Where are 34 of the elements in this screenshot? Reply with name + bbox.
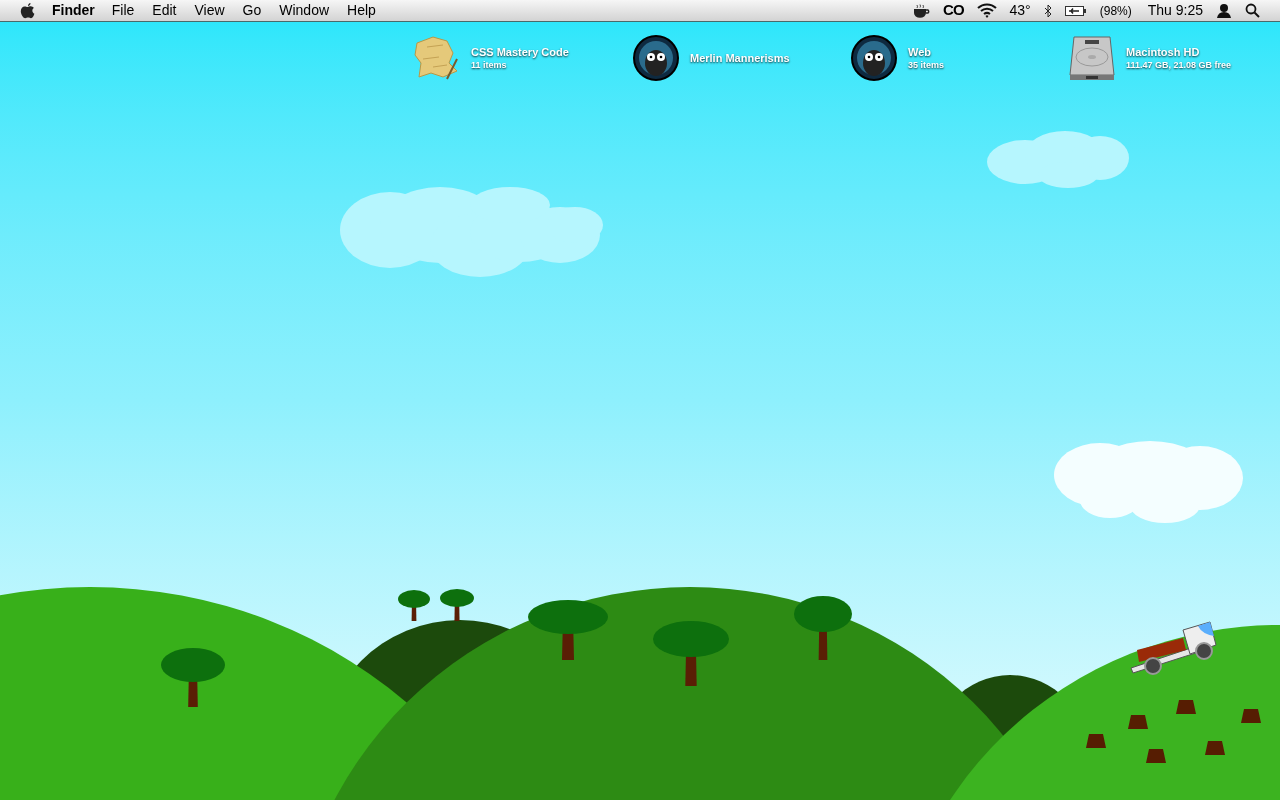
menu-item[interactable]: Edit [152,0,177,21]
app-name[interactable]: Finder [52,0,95,21]
cup-icon[interactable] [912,3,931,18]
tree [440,589,474,621]
status-text: 43° [1009,1,1031,20]
search-icon[interactable] [1245,3,1260,18]
tree-stump [1176,700,1196,714]
tree [398,590,430,621]
menu-item[interactable]: Help [347,0,376,21]
tree-stump [1205,741,1225,755]
desktop-item-info: 35 items [908,59,945,71]
status-text[interactable]: CO [943,0,964,22]
status-text: (98%) [1099,2,1132,20]
battery-icon[interactable] [1064,4,1087,17]
tree-stump [1241,709,1261,723]
menu-item[interactable]: View [194,0,225,21]
menu-item[interactable]: File [111,0,135,21]
user-icon[interactable] [1216,3,1232,18]
cartoon-character-icon[interactable] [632,33,680,83]
bluetooth-icon[interactable] [1043,3,1052,18]
tree-stump [1128,715,1148,729]
desktop-item-info: 11 items [471,59,508,71]
hard-drive-icon[interactable] [1068,33,1116,83]
wifi-icon[interactable] [976,3,997,18]
tree-stump [1086,734,1106,748]
apple-logo-icon[interactable] [19,1,36,20]
cartoon-character-icon[interactable] [850,33,898,83]
tree [161,648,225,707]
tree [794,596,852,660]
desktop-item-info: 111.47 GB, 21.08 GB free [1126,59,1232,71]
menu-item[interactable]: Window [279,0,330,21]
menu-item[interactable]: Go [242,0,262,21]
clock-text[interactable]: Thu 9:25 [1147,0,1203,21]
tree-stump [1146,749,1166,763]
